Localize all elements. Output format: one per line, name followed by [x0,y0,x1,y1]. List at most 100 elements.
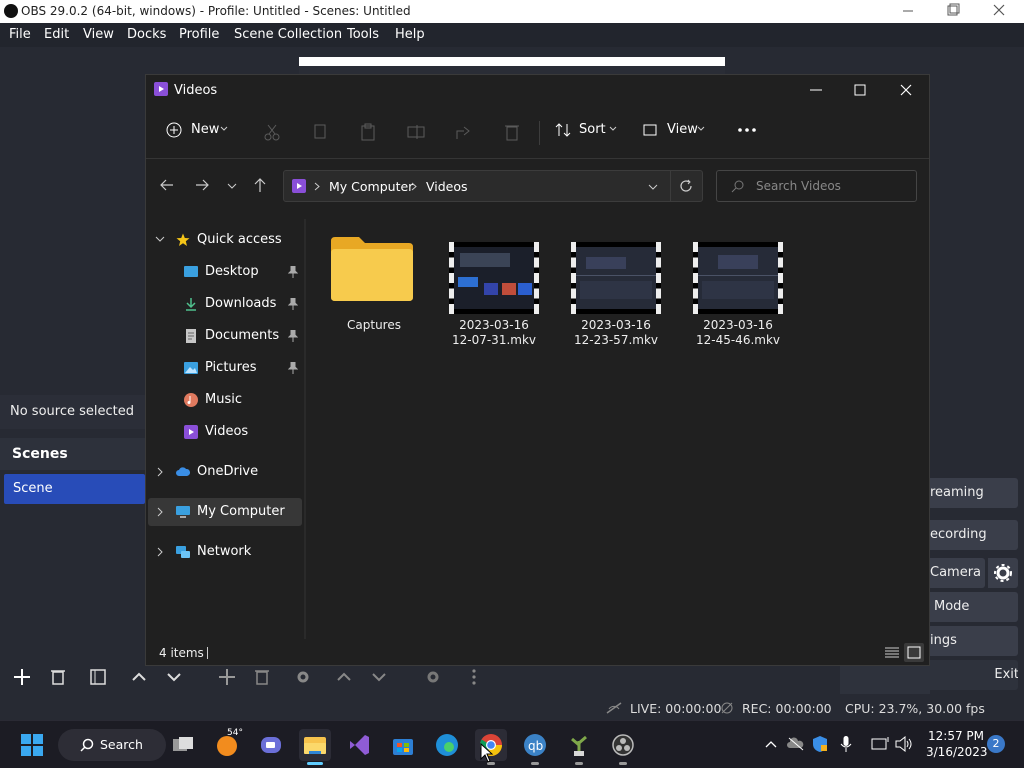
breadcrumb-my-computer[interactable]: My Computer [329,179,413,194]
start-button[interactable] [16,729,48,761]
file-explorer-app[interactable] [299,729,331,765]
details-view-icon[interactable] [884,646,900,660]
pin-icon[interactable] [288,298,298,310]
nav-network[interactable]: Network [148,538,302,566]
rename-icon[interactable] [407,123,425,141]
paste-icon[interactable] [359,123,377,141]
copy-icon[interactable] [311,123,329,141]
menu-docks[interactable]: Docks [127,27,166,42]
search-input[interactable]: Search Videos [716,170,917,202]
exit-button[interactable]: Exit [930,660,1018,690]
nav-splitter[interactable] [304,219,306,639]
view-button[interactable]: View [643,121,707,143]
microsoft-store-app[interactable] [387,729,419,761]
nav-onedrive[interactable]: OneDrive [148,458,302,486]
onedrive-offline-icon[interactable] [787,736,805,752]
chevron-right-icon[interactable] [157,507,164,517]
security-shield-icon[interactable] [812,735,828,753]
back-arrow-icon[interactable] [159,178,175,192]
nav-quick-access[interactable]: Quick access [148,226,302,254]
notification-badge[interactable]: 2 [987,735,1005,753]
nav-my-computer[interactable]: My Computer [148,498,302,526]
menu-profile[interactable]: Profile [179,27,219,42]
pin-icon[interactable] [288,362,298,374]
file-item-video[interactable]: 2023-03-16 12-07-31.mkv [436,225,552,355]
minimize-icon[interactable] [808,84,824,96]
remove-scene-icon[interactable] [45,664,71,690]
nav-downloads[interactable]: Downloads [148,290,302,318]
nav-label: OneDrive [197,464,259,479]
virtual-camera-button[interactable]: Camera [930,558,985,588]
nav-documents[interactable]: Documents [148,322,302,350]
menu-edit[interactable]: Edit [44,27,69,42]
new-button[interactable]: New [166,121,230,143]
recent-locations-chevron-icon[interactable] [227,182,237,190]
move-up-icon[interactable] [126,664,152,690]
menu-file[interactable]: File [9,27,31,42]
visual-studio-app[interactable] [343,729,375,761]
delete-icon[interactable] [503,123,521,141]
close-icon[interactable] [989,2,1009,20]
maximize-icon[interactable] [853,83,867,97]
nav-videos[interactable]: Videos [148,418,302,446]
chevron-right-icon[interactable] [157,547,164,557]
more-options-icon[interactable] [461,664,487,690]
chevron-down-icon[interactable] [648,183,658,191]
start-recording-button[interactable]: ecording [930,520,1018,550]
nav-desktop[interactable]: Desktop [148,258,302,286]
chevron-right-icon[interactable] [157,467,164,477]
obs-studio-app[interactable] [607,729,639,765]
close-icon[interactable] [899,83,913,97]
menu-view[interactable]: View [83,27,114,42]
scene-filters-icon[interactable] [85,664,111,690]
teams-chat-app[interactable] [255,729,287,761]
sort-button[interactable]: Sort [555,121,619,143]
taskbar-search-button[interactable]: Search [58,729,166,761]
weather-widget[interactable]: 54° [211,728,243,761]
file-item-video[interactable]: 2023-03-16 12-45-46.mkv [680,225,796,355]
add-scene-icon[interactable] [9,664,35,690]
studio-mode-button[interactable]: Mode [930,592,1018,622]
nav-music[interactable]: Music [148,386,302,414]
microphone-icon[interactable] [840,735,852,753]
chevron-down-icon[interactable] [155,236,165,243]
pin-icon[interactable] [288,266,298,278]
clock[interactable]: 12:57 PM 3/16/2023 [926,728,988,760]
settings-button[interactable]: ings [930,626,1018,656]
nav-pictures[interactable]: Pictures [148,354,302,382]
start-streaming-button[interactable]: reaming [930,478,1018,508]
menu-help[interactable]: Help [395,27,425,42]
source-down-icon[interactable] [366,664,392,690]
scene-list-item[interactable]: Scene [4,474,145,504]
edge-browser-app[interactable] [431,729,463,761]
menu-scene-collection[interactable]: Scene Collection [234,27,342,42]
file-item-video[interactable]: 2023-03-16 12-23-57.mkv [558,225,674,355]
forward-arrow-icon[interactable] [194,178,210,192]
maximize-icon[interactable] [943,2,963,20]
breadcrumb-videos[interactable]: Videos [426,179,468,194]
cut-icon[interactable] [263,123,281,141]
large-icons-view-button[interactable] [904,643,924,662]
add-source-icon[interactable] [214,664,240,690]
volume-icon[interactable] [895,736,913,752]
more-options-icon[interactable] [737,127,757,133]
file-item-folder[interactable]: Captures [316,225,432,355]
move-down-icon[interactable] [161,664,187,690]
menu-tools[interactable]: Tools [347,27,379,42]
network-icon[interactable] [871,736,889,752]
source-properties-gear-icon[interactable] [290,664,316,690]
up-arrow-icon[interactable] [253,177,267,193]
address-bar[interactable]: My Computer Videos [283,170,703,202]
remove-source-icon[interactable] [249,664,275,690]
plant-app[interactable] [563,729,595,765]
virtual-camera-settings-button[interactable] [988,558,1018,588]
minimize-icon[interactable] [898,2,918,20]
source-up-icon[interactable] [331,664,357,690]
qbittorrent-app[interactable]: qb [519,729,551,765]
audio-settings-icon[interactable] [420,664,446,690]
refresh-icon[interactable] [679,179,693,193]
task-view-button[interactable] [167,729,199,761]
pin-icon[interactable] [288,330,298,342]
chevron-up-icon[interactable] [764,739,778,749]
share-icon[interactable] [455,123,473,141]
